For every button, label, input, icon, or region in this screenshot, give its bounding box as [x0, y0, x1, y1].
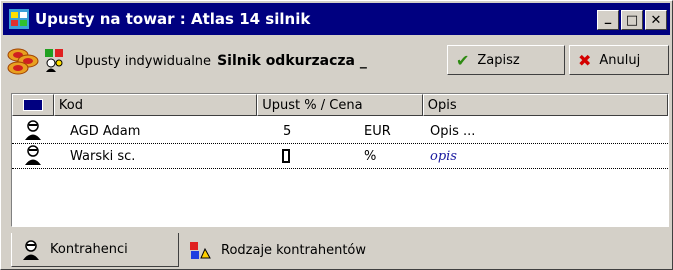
save-button[interactable]: ✔ Zapisz — [447, 45, 565, 75]
close-button[interactable]: ✕ — [645, 10, 667, 30]
tab-contractor-types[interactable]: Rodzaje kontrahentów — [179, 233, 419, 267]
cell-unit[interactable]: EUR — [364, 124, 391, 139]
maximize-icon: □ — [625, 12, 639, 28]
title-bar[interactable]: Upusty na towar : Atlas 14 silnik _ □ ✕ — [3, 3, 670, 35]
header-marker-icon — [22, 99, 43, 111]
table-row[interactable]: AGD Adam 5 EUR Opis ... — [12, 119, 668, 143]
minimize-icon: _ — [604, 9, 612, 25]
close-icon: ✕ — [650, 12, 662, 28]
individual-people-icon — [45, 49, 65, 73]
maximize-button[interactable]: □ — [621, 10, 643, 30]
discount-coins-icon — [7, 46, 41, 76]
save-label: Zapisz — [477, 52, 520, 68]
tab-contractor-types-label: Rodzaje kontrahentów — [221, 242, 367, 258]
shapes-icon — [189, 240, 211, 260]
minimize-button[interactable]: _ — [597, 10, 619, 30]
table-row[interactable]: Warski sc. % opis — [12, 144, 668, 168]
column-header-upust[interactable]: Upust % / Cena — [257, 94, 423, 116]
product-name: Silnik odkurzacza _ — [217, 53, 367, 69]
column-header-kod[interactable]: Kod — [53, 94, 258, 116]
tab-contractors-label: Kontrahenci — [50, 242, 128, 257]
cell-opis[interactable]: opis — [430, 149, 457, 164]
select-all-header[interactable] — [12, 94, 54, 116]
cell-kod[interactable]: Warski sc. — [70, 149, 135, 164]
cell-kod[interactable]: AGD Adam — [70, 124, 140, 139]
checkmark-icon: ✔ — [456, 50, 470, 70]
contractor-person-icon — [24, 120, 42, 140]
discounts-table[interactable]: Kod Upust % / Cena Opis AGD Adam 5 EUR O… — [11, 93, 669, 227]
row-divider — [12, 168, 668, 169]
contractor-person-icon — [22, 239, 40, 260]
app-icon — [9, 9, 29, 29]
cell-upust-editor[interactable] — [282, 149, 290, 163]
cell-unit[interactable]: % — [364, 149, 376, 164]
tab-contractors[interactable]: Kontrahenci — [11, 233, 179, 267]
bottom-tabs: Kontrahenci Rodzaje kontrahentów — [11, 233, 419, 267]
cell-upust[interactable]: 5 — [283, 124, 291, 139]
cancel-x-icon: ✖ — [578, 50, 592, 70]
cell-opis[interactable]: Opis ... — [430, 124, 475, 139]
window-title: Upusty na towar : Atlas 14 silnik — [35, 10, 311, 28]
cancel-label: Anuluj — [599, 52, 641, 68]
column-header-opis[interactable]: Opis — [422, 94, 668, 116]
individual-discounts-label: Upusty indywidualne — [75, 53, 212, 69]
cancel-button[interactable]: ✖ Anuluj — [569, 45, 669, 75]
contractor-person-icon — [24, 145, 42, 165]
toolbar: Upusty indywidualne Silnik odkurzacza _ … — [7, 41, 669, 81]
table-header: Kod Upust % / Cena Opis — [12, 94, 668, 116]
discounts-window: Upusty na towar : Atlas 14 silnik _ □ ✕ — [0, 0, 673, 270]
